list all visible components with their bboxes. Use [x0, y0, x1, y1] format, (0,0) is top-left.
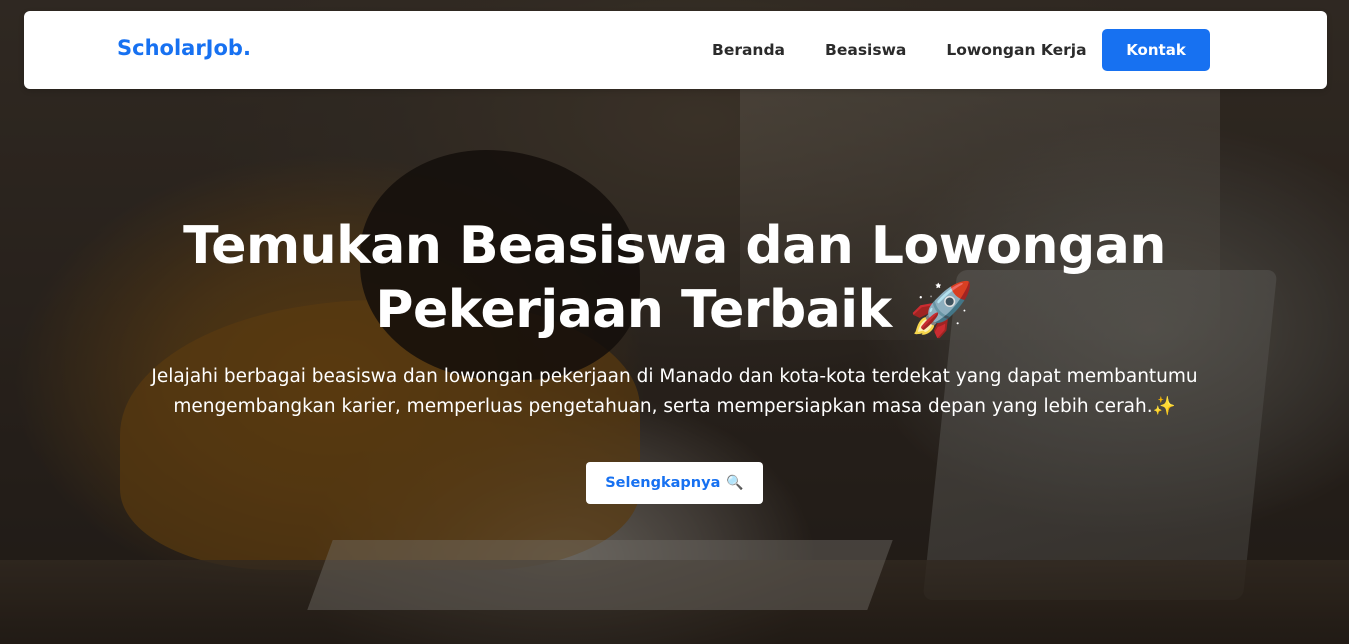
- nav-link-beasiswa[interactable]: Beasiswa: [825, 41, 906, 59]
- hero-title-line2: Pekerjaan Terbaik: [375, 280, 892, 340]
- sparkles-icon: ✨: [1152, 396, 1176, 417]
- rocket-icon: 🚀: [909, 280, 974, 340]
- nav-link-beranda[interactable]: Beranda: [712, 41, 785, 59]
- hero-content: Temukan Beasiswa dan Lowongan Pekerjaan …: [0, 214, 1349, 504]
- learn-more-button-label: Selengkapnya: [605, 475, 721, 491]
- hero-subtitle-text: Jelajahi berbagai beasiswa dan lowongan …: [151, 366, 1198, 417]
- brand-logo[interactable]: ScholarJob.: [117, 36, 251, 60]
- learn-more-button[interactable]: Selengkapnya 🔍: [586, 462, 763, 504]
- hero-subtitle: Jelajahi berbagai beasiswa dan lowongan …: [145, 362, 1205, 422]
- contact-button[interactable]: Kontak: [1102, 29, 1210, 71]
- hero-title: Temukan Beasiswa dan Lowongan Pekerjaan …: [125, 214, 1225, 342]
- hero-section: ScholarJob. Beranda Beasiswa Lowongan Ke…: [0, 0, 1349, 644]
- hero-title-line1: Temukan Beasiswa dan Lowongan: [183, 216, 1166, 276]
- magnifying-glass-icon: 🔍: [726, 475, 744, 491]
- nav-link-lowongan-kerja[interactable]: Lowongan Kerja: [946, 41, 1086, 59]
- navbar: ScholarJob. Beranda Beasiswa Lowongan Ke…: [24, 11, 1327, 89]
- nav-links: Beranda Beasiswa Lowongan Kerja: [712, 29, 1127, 71]
